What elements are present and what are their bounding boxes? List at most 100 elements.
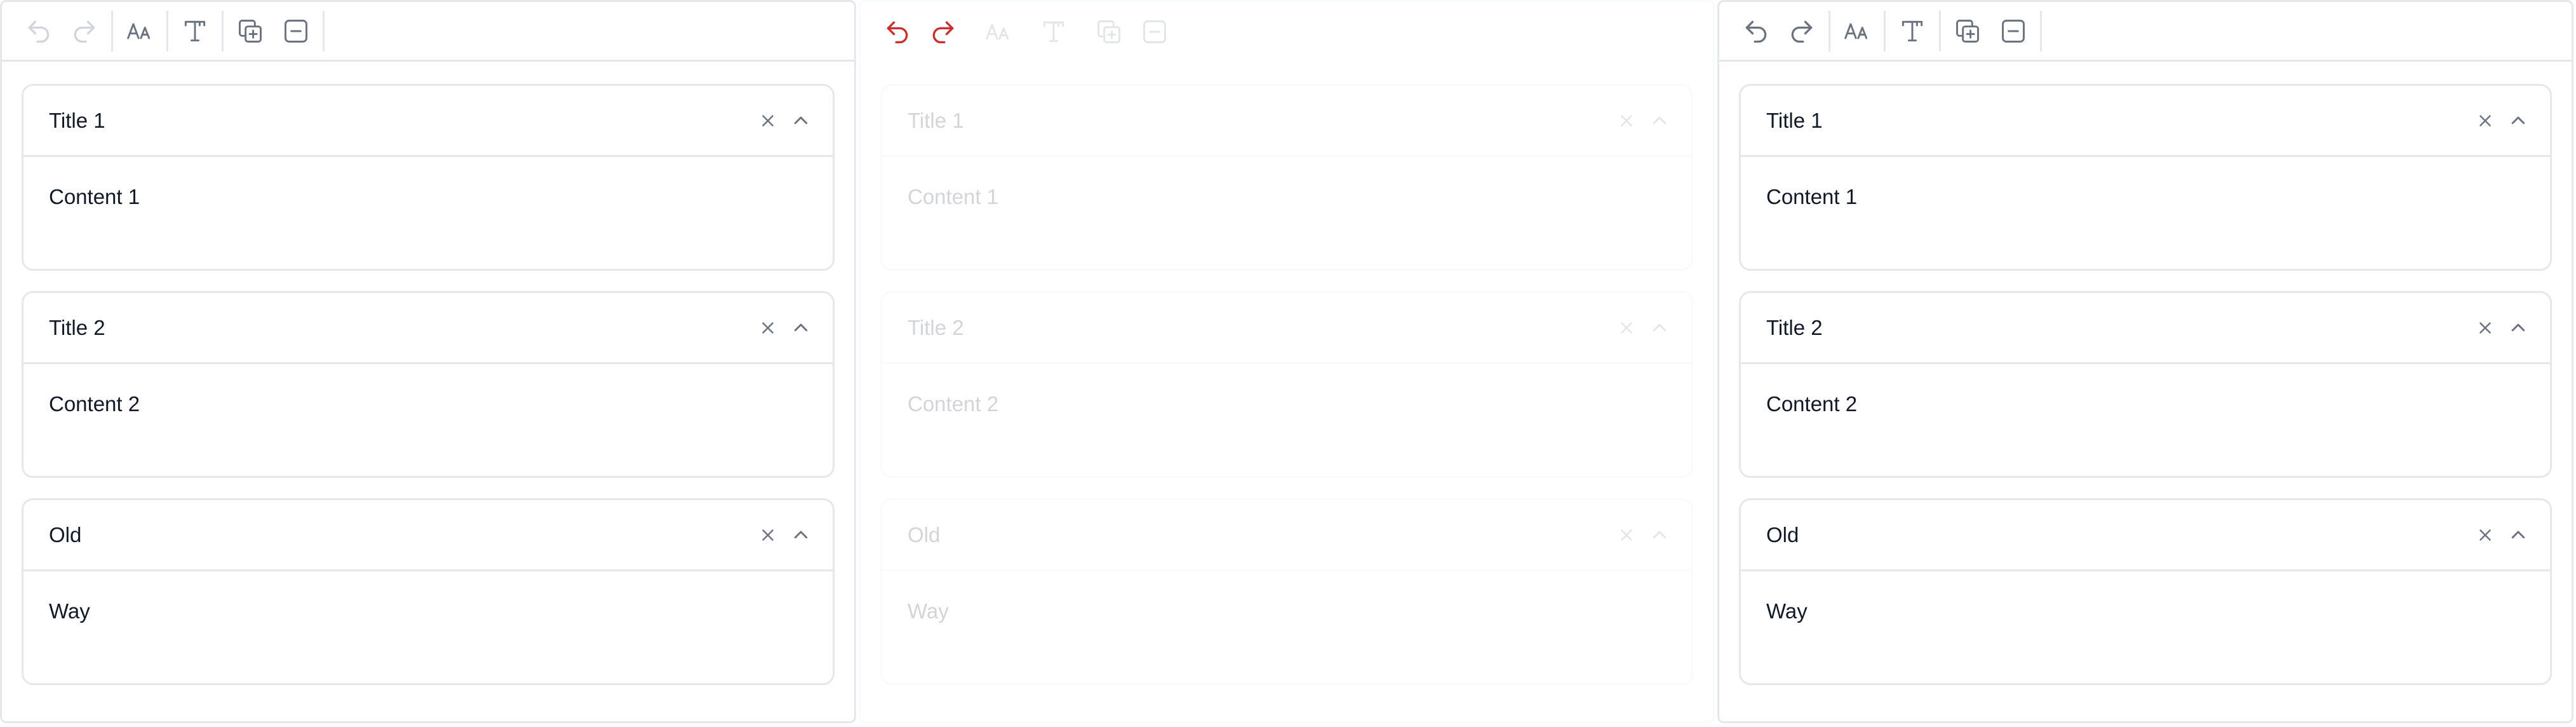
item-actions-group [1941, 12, 2040, 50]
chevron-up-icon [794, 531, 808, 538]
text-format-button[interactable] [1035, 13, 1073, 51]
accordion-content[interactable]: Way [23, 571, 833, 623]
text-size-button[interactable] [979, 13, 1017, 51]
accordion-header[interactable]: Title 2 [882, 293, 1691, 364]
close-button[interactable] [2469, 311, 2502, 344]
accordion-content[interactable]: Content 1 [1741, 157, 2550, 209]
accordion-content[interactable]: Content 2 [1741, 364, 2550, 416]
text-format-button[interactable] [176, 12, 214, 50]
accordion-item: Title 2 Content 2 [22, 291, 835, 478]
faded-tools [970, 11, 1181, 52]
remove-icon [285, 19, 307, 43]
accordion-header[interactable]: Old [1741, 500, 2550, 571]
accordion-title[interactable]: Title 2 [908, 316, 1610, 340]
collapse-button[interactable] [1643, 104, 1676, 137]
collapse-button[interactable] [1643, 519, 1676, 552]
redo-icon [932, 21, 954, 44]
duplicate-add-icon [1097, 20, 1120, 43]
duplicate-button[interactable] [1090, 13, 1128, 51]
undo-button[interactable] [1737, 12, 1775, 50]
collapse-button[interactable] [1643, 311, 1676, 344]
toolbar-divider [2040, 10, 2042, 51]
panel-inner: Title 1 Content 1 Title 2 Content 2 Old … [2, 2, 854, 685]
collapse-button[interactable] [784, 519, 817, 552]
accordion-list: Title 1 Content 1 Title 2 Content 2 Old … [2, 62, 854, 685]
chevron-up-icon [2511, 531, 2525, 538]
undo-button[interactable] [878, 13, 916, 51]
toolbar [861, 2, 1713, 62]
text-format-button[interactable] [1893, 12, 1931, 50]
text-format-group [1886, 12, 1939, 50]
redo-icon [74, 20, 95, 43]
accordion-item: Title 1 Content 1 [1739, 84, 2552, 271]
toolbar [1719, 2, 2572, 62]
accordion-content[interactable]: Way [882, 571, 1691, 623]
accordion-content[interactable]: Content 2 [23, 364, 833, 416]
collapse-button[interactable] [2502, 311, 2535, 344]
accordion-header[interactable]: Old [23, 500, 833, 571]
accordion-title[interactable]: Old [908, 523, 1610, 547]
text-size-button[interactable] [121, 12, 159, 50]
accordion-header[interactable]: Title 1 [882, 86, 1691, 157]
undo-button[interactable] [20, 12, 58, 50]
panel-inner: Title 1 Content 1 Title 2 Content 2 Old … [861, 2, 1713, 685]
accordion-header[interactable]: Old [882, 500, 1691, 571]
accordion-content[interactable]: Content 2 [882, 364, 1691, 416]
accordion-title[interactable]: Title 2 [1766, 316, 2469, 340]
close-button[interactable] [2469, 519, 2502, 552]
text-size-icon [127, 23, 151, 39]
close-button[interactable] [751, 311, 784, 344]
collapse-button[interactable] [2502, 104, 2535, 137]
accordion-header[interactable]: Title 2 [23, 293, 833, 364]
remove-icon [1143, 20, 1166, 43]
remove-icon [2002, 19, 2025, 43]
remove-button[interactable] [277, 12, 315, 50]
accordion-title[interactable]: Title 2 [49, 316, 751, 340]
text-size-icon [1844, 23, 1868, 39]
accordion-item: Title 1 Content 1 [880, 84, 1693, 271]
close-icon [1621, 322, 1632, 334]
editor-panel-middle: Title 1 Content 1 Title 2 Content 2 Old … [859, 0, 1715, 723]
close-button[interactable] [751, 104, 784, 137]
close-button[interactable] [751, 519, 784, 552]
accordion-header[interactable]: Title 1 [23, 86, 833, 157]
close-icon [2479, 322, 2491, 334]
chevron-up-icon [2511, 116, 2525, 124]
collapse-button[interactable] [784, 104, 817, 137]
panel-inner: Title 1 Content 1 Title 2 Content 2 Old … [1719, 2, 2572, 685]
accordion-content[interactable]: Content 1 [882, 157, 1691, 209]
remove-button[interactable] [1994, 12, 2032, 50]
collapse-button[interactable] [784, 311, 817, 344]
duplicate-button[interactable] [1949, 12, 1987, 50]
accordion-item: Old Way [22, 498, 835, 685]
close-icon [762, 114, 774, 126]
undo-icon [1745, 20, 1767, 43]
close-button[interactable] [1610, 311, 1643, 344]
close-button[interactable] [1610, 519, 1643, 552]
redo-button[interactable] [1783, 12, 1821, 50]
accordion-title[interactable]: Old [1766, 523, 2469, 547]
accordion-title[interactable]: Title 1 [1766, 109, 2469, 133]
redo-button[interactable] [924, 13, 962, 51]
accordion-item: Title 2 Content 2 [1739, 291, 2552, 478]
accordion-header[interactable]: Title 1 [1741, 86, 2550, 157]
close-icon [2479, 114, 2491, 126]
text-format-icon [1902, 20, 1923, 41]
remove-button[interactable] [1136, 13, 1174, 51]
accordion-header[interactable]: Title 2 [1741, 293, 2550, 364]
close-icon [1621, 114, 1632, 126]
close-button[interactable] [2469, 104, 2502, 137]
accordion-content[interactable]: Way [1741, 571, 2550, 623]
close-icon [762, 322, 774, 334]
redo-button[interactable] [65, 12, 104, 50]
duplicate-button[interactable] [231, 12, 269, 50]
accordion-title[interactable]: Title 1 [49, 109, 751, 133]
text-size-button[interactable] [1838, 12, 1876, 50]
chevron-up-icon [1653, 323, 1667, 331]
accordion-title[interactable]: Title 1 [908, 109, 1610, 133]
accordion-title[interactable]: Old [49, 523, 751, 547]
close-button[interactable] [1610, 104, 1643, 137]
collapse-button[interactable] [2502, 519, 2535, 552]
accordion-content[interactable]: Content 1 [23, 157, 833, 209]
duplicate-add-icon [1956, 19, 1979, 43]
